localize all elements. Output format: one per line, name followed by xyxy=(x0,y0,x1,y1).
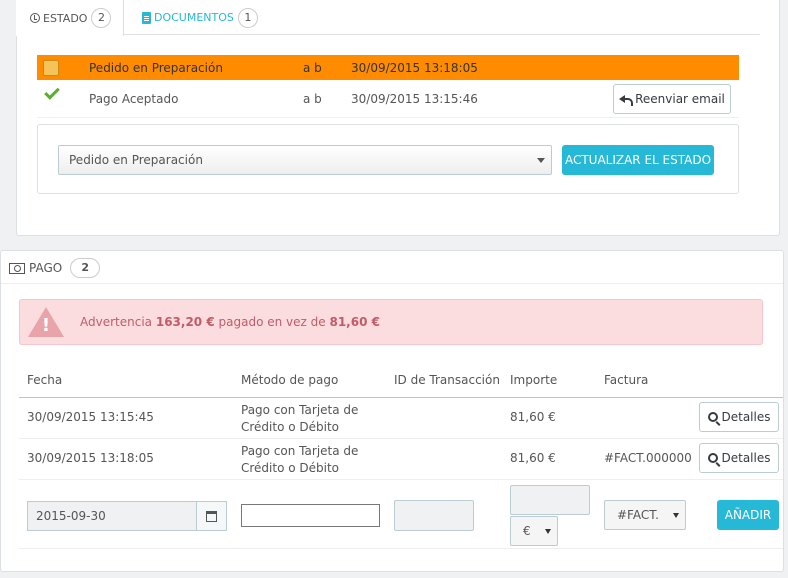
tab-estado-count: 2 xyxy=(91,8,112,28)
col-metodo: Método de pago xyxy=(241,373,339,387)
caret-down-icon xyxy=(545,529,551,534)
caret-down-icon xyxy=(537,158,545,163)
caret-down-icon xyxy=(673,513,679,518)
payment-method: Pago con Tarjeta de Crédito o Débito xyxy=(241,402,358,436)
warning-icon xyxy=(28,307,64,337)
payment-method-input[interactable] xyxy=(241,504,380,527)
history-date: 30/09/2015 13:15:46 xyxy=(351,91,478,106)
tab-estado[interactable]: Estado 2 xyxy=(16,0,124,36)
order-status-panel xyxy=(16,0,780,236)
calendar-button[interactable] xyxy=(196,502,226,530)
package-icon xyxy=(43,59,59,76)
col-fecha: Fecha xyxy=(27,373,63,387)
payment-date-value: 2015-09-30 xyxy=(36,509,106,523)
tab-documentos-label: Documentos xyxy=(154,11,234,24)
payment-title: Pago xyxy=(29,261,63,275)
warning-prefix: Advertencia xyxy=(80,315,153,329)
reply-icon xyxy=(619,94,634,106)
payment-method: Pago con Tarjeta de Crédito o Débito xyxy=(241,443,358,477)
table-row: 30/09/2015 13:18:05 Pago con Tarjeta de … xyxy=(19,439,783,480)
payment-method-line1: Pago con Tarjeta de xyxy=(241,403,359,417)
col-transaccion: ID de Transacción xyxy=(394,373,500,387)
transaction-id-input[interactable] xyxy=(394,500,474,531)
payment-method-line2: Crédito o Débito xyxy=(241,420,340,434)
warning-text: Advertencia 163,20 € pagado en vez de 81… xyxy=(80,315,380,329)
order-state-selected: Pedido en Preparación xyxy=(69,153,203,167)
tab-documentos-count: 1 xyxy=(237,7,258,28)
check-icon xyxy=(44,83,61,107)
invoice-select[interactable]: #FACT. xyxy=(604,500,686,530)
update-status-box: Pedido en Preparación Actualizar el esta… xyxy=(37,124,739,194)
payment-amount: 81,60 € xyxy=(510,451,556,465)
clock-icon xyxy=(30,13,40,23)
col-importe: Importe xyxy=(510,373,558,387)
payment-header: Pago 2 xyxy=(9,257,101,279)
currency-value: € xyxy=(523,524,531,538)
document-icon xyxy=(142,11,151,24)
resend-email-label: Reenviar email xyxy=(635,92,725,106)
status-history: Pedido en Preparación a b 30/09/2015 13:… xyxy=(37,55,739,118)
order-state-select[interactable]: Pedido en Preparación xyxy=(58,145,552,175)
payment-count: 2 xyxy=(70,258,101,278)
payment-warning-alert: Advertencia 163,20 € pagado en vez de 81… xyxy=(19,299,763,345)
search-icon xyxy=(707,412,718,422)
payment-method-line1: Pago con Tarjeta de xyxy=(241,444,359,458)
details-label: Detalles xyxy=(721,410,771,424)
payment-date: 30/09/2015 13:15:45 xyxy=(27,410,154,424)
payment-panel: Pago 2 Advertencia 163,20 € pagado en ve… xyxy=(0,250,784,572)
status-tabs: Estado 2 Documentos 1 xyxy=(16,0,760,36)
history-state: Pedido en Preparación xyxy=(89,60,223,75)
money-icon xyxy=(9,262,25,274)
history-row: Pago Aceptado a b 30/09/2015 13:15:46 Re… xyxy=(37,80,739,118)
payment-method-line2: Crédito o Débito xyxy=(241,461,340,475)
currency-select[interactable]: € xyxy=(510,516,558,546)
update-status-button[interactable]: Actualizar el estado xyxy=(562,145,714,175)
history-state: Pago Aceptado xyxy=(89,91,179,106)
add-payment-form: 2015-09-30 € #FACT. Añadir xyxy=(19,481,783,549)
history-employee: a b xyxy=(303,91,322,106)
table-row: 30/09/2015 13:15:45 Pago con Tarjeta de … xyxy=(19,398,783,439)
payment-amount: 81,60 € xyxy=(510,410,556,424)
details-button[interactable]: Detalles xyxy=(699,443,779,473)
history-employee: a b xyxy=(303,60,322,75)
col-factura: Factura xyxy=(604,373,649,387)
history-date: 30/09/2015 13:18:05 xyxy=(351,60,478,75)
payment-header-divider xyxy=(1,283,783,284)
warning-middle: pagado en vez de xyxy=(218,315,326,329)
amount-input[interactable] xyxy=(510,485,590,515)
resend-email-button[interactable]: Reenviar email xyxy=(613,84,731,114)
calendar-icon xyxy=(206,510,217,522)
invoice-value: #FACT. xyxy=(617,508,659,522)
tab-estado-label: Estado xyxy=(43,11,88,25)
add-payment-button[interactable]: Añadir xyxy=(717,500,779,530)
history-row-current: Pedido en Preparación a b 30/09/2015 13:… xyxy=(37,55,739,80)
search-icon xyxy=(707,453,718,463)
tab-divider xyxy=(123,34,760,35)
payment-date: 30/09/2015 13:18:05 xyxy=(27,451,154,465)
tab-documentos[interactable]: Documentos 1 xyxy=(124,0,258,35)
details-label: Detalles xyxy=(721,451,771,465)
payment-invoice: #FACT.000000 xyxy=(604,451,692,465)
warning-expected-amount: 81,60 € xyxy=(329,315,380,329)
details-button[interactable]: Detalles xyxy=(699,402,779,432)
warning-paid-amount: 163,20 € xyxy=(155,315,215,329)
payment-date-input[interactable]: 2015-09-30 xyxy=(27,501,227,531)
